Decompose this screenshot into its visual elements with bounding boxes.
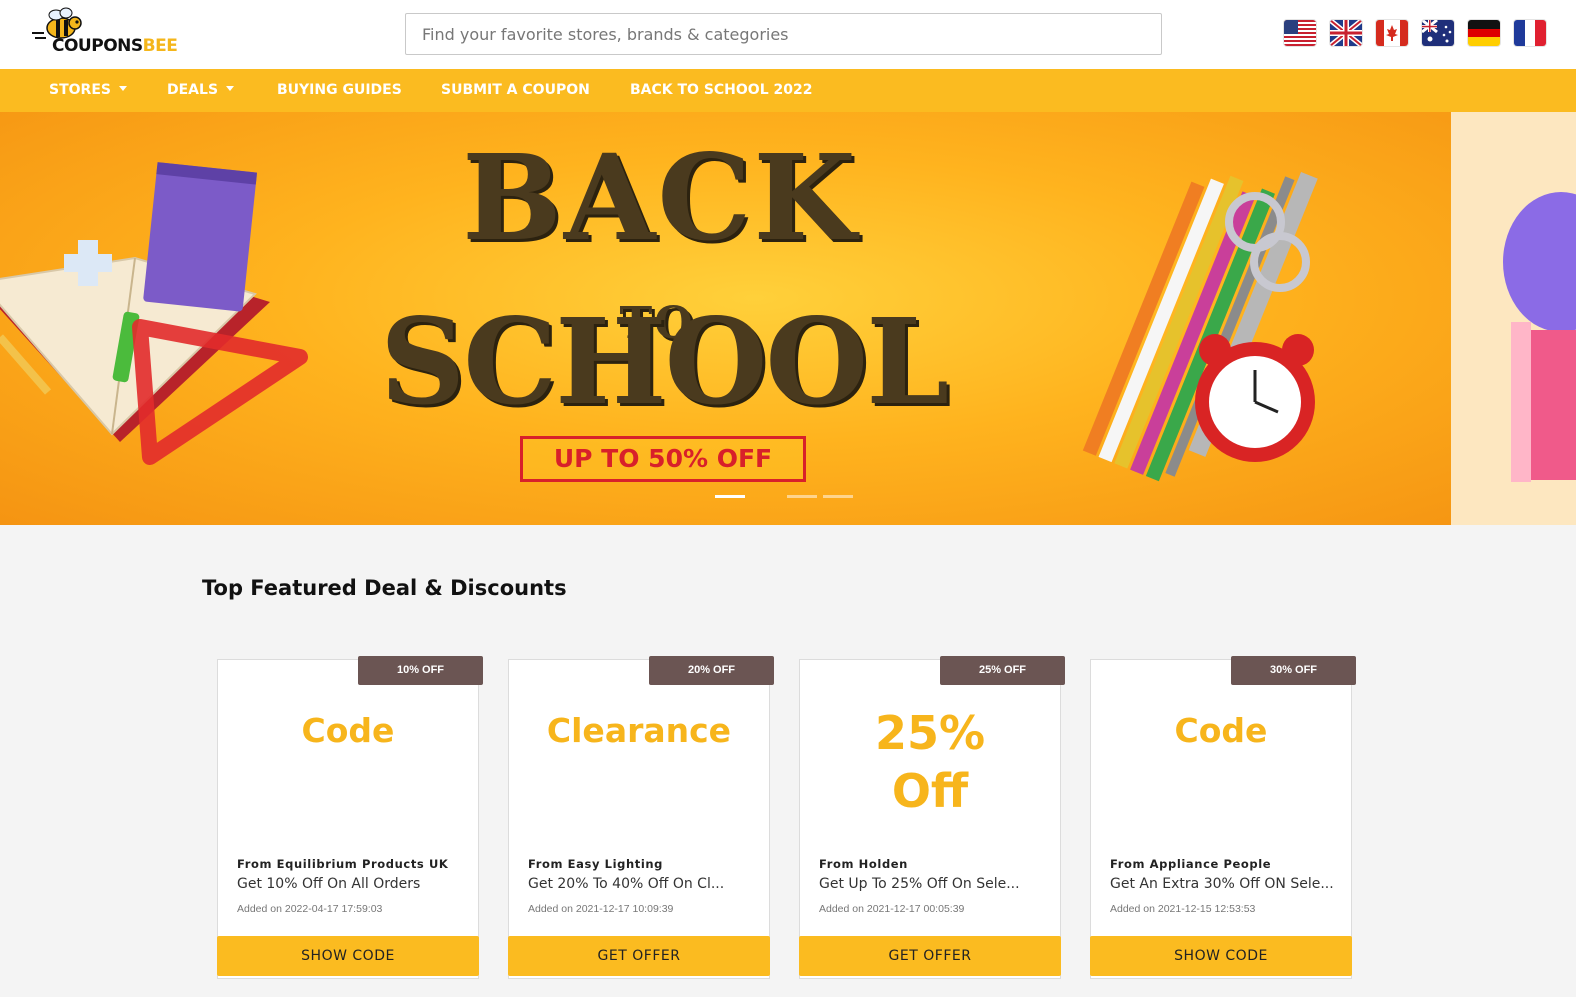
get-offer-button[interactable]: GET OFFER [799, 936, 1061, 976]
carousel-dot[interactable] [787, 495, 817, 498]
section-title: Top Featured Deal & Discounts [202, 576, 567, 600]
logo-accent-text: BEE [142, 36, 178, 56]
deal-added-date: Added on 2021-12-15 12:53:53 [1110, 903, 1256, 915]
france-flag-icon[interactable] [1514, 20, 1546, 46]
deal-store: From Holden [819, 857, 908, 871]
germany-flag-icon[interactable] [1468, 20, 1500, 46]
deal-headline: Code [301, 711, 395, 750]
caret-down-icon [226, 86, 235, 91]
show-code-button[interactable]: SHOW CODE [217, 936, 479, 976]
discount-badge: 25% OFF [940, 656, 1065, 685]
deal-headline: 25% Off [874, 706, 986, 818]
nav-submit-coupon[interactable]: SUBMIT A COUPON [441, 69, 590, 112]
deal-card[interactable]: 30% OFF Code From Appliance People Get A… [1090, 656, 1356, 979]
discount-badge: 20% OFF [649, 656, 774, 685]
deal-store: From Appliance People [1110, 857, 1272, 871]
deal-added-date: Added on 2021-12-17 00:05:39 [819, 903, 965, 915]
deal-description: Get 10% Off On All Orders [237, 876, 421, 892]
deal-description: Get An Extra 30% Off ON Sele... [1110, 876, 1334, 892]
carousel-dot[interactable] [715, 495, 745, 498]
carousel-indicators [715, 495, 853, 498]
discount-badge: 30% OFF [1231, 656, 1356, 685]
next-slide-preview[interactable] [1451, 112, 1576, 525]
hero-title-school: SCHOOL [380, 292, 949, 431]
deal-headline: Code [1174, 711, 1268, 750]
nav-back-to-school[interactable]: BACK TO SCHOOL 2022 [630, 69, 812, 112]
site-logo[interactable]: COUPONSBEE [28, 6, 178, 62]
search-input[interactable] [405, 13, 1162, 55]
nav-buying-guides[interactable]: BUYING GUIDES [277, 69, 402, 112]
hero-title-back: BACK [462, 128, 858, 267]
uk-flag-icon[interactable] [1330, 20, 1362, 46]
deal-card[interactable]: 20% OFF Clearance From Easy Lighting Get… [508, 656, 774, 979]
get-offer-button[interactable]: GET OFFER [508, 936, 770, 976]
deal-added-date: Added on 2021-12-17 10:09:39 [528, 903, 674, 915]
nav-stores-label: STORES [49, 82, 111, 98]
deal-added-date: Added on 2022-04-17 17:59:03 [237, 903, 383, 915]
canada-flag-icon[interactable] [1376, 20, 1408, 46]
us-flag-icon[interactable] [1284, 20, 1316, 46]
site-header: COUPONSBEE [0, 0, 1576, 69]
show-code-button[interactable]: SHOW CODE [1090, 936, 1352, 976]
nav-stores[interactable]: STORES [49, 69, 127, 112]
promo-badge: UP TO 50% OFF [520, 436, 806, 482]
nav-deals-label: DEALS [167, 82, 219, 98]
discount-badge: 10% OFF [358, 656, 483, 685]
shopping-bag-illustration [1503, 192, 1576, 482]
stationery-illustration [1082, 171, 1318, 482]
logo-main-text: COUPONS [52, 36, 143, 56]
caret-down-icon [118, 86, 127, 91]
deal-store: From Equilibrium Products UK [237, 857, 449, 871]
country-selector [1284, 20, 1546, 46]
carousel-dot[interactable] [823, 495, 853, 498]
deal-card[interactable]: 10% OFF Code From Equilibrium Products U… [217, 656, 483, 979]
deal-description: Get Up To 25% Off On Sele... [819, 876, 1020, 892]
australia-flag-icon[interactable] [1422, 20, 1454, 46]
nav-deals[interactable]: DEALS [167, 69, 235, 112]
deal-description: Get 20% To 40% Off On Cl... [528, 876, 725, 892]
hero-banner[interactable]: BACK TO SCHOOL UP TO 50% OFF [0, 112, 1451, 525]
promo-text: UP TO 50% OFF [553, 444, 773, 473]
deal-card[interactable]: 25% OFF 25% Off From Holden Get Up To 25… [799, 656, 1065, 979]
deal-headline: Clearance [546, 711, 732, 750]
school-supplies-illustration [0, 162, 308, 465]
logo-wordmark: COUPONSBEE [52, 36, 178, 56]
main-nav: STORES DEALS BUYING GUIDES SUBMIT A COUP… [0, 69, 1576, 112]
deal-store: From Easy Lighting [528, 857, 663, 871]
